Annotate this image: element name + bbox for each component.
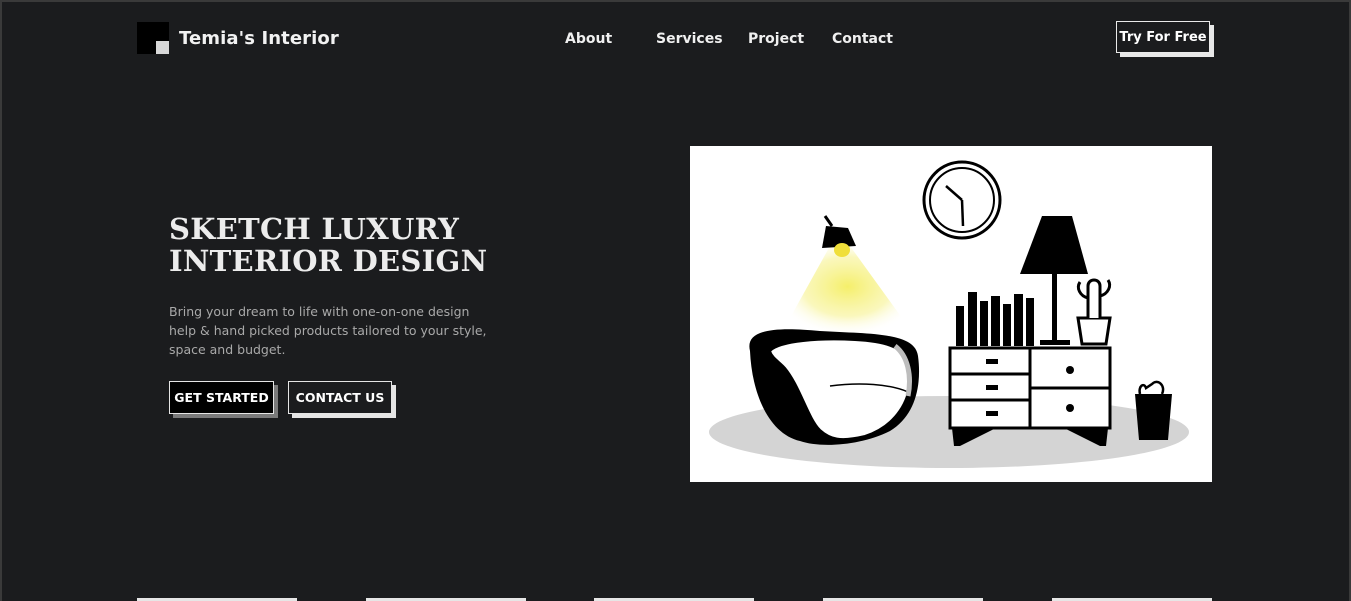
nav-services[interactable]: Services xyxy=(656,31,723,47)
nav-about[interactable]: About xyxy=(565,31,612,47)
brand-logo[interactable]: Temia's Interior xyxy=(137,22,339,54)
cactus-plant-icon xyxy=(1076,278,1112,346)
nav-contact[interactable]: Contact xyxy=(832,31,893,47)
clock-icon xyxy=(922,160,1002,240)
hero-subtitle: Bring your dream to life with one-on-one… xyxy=(169,304,487,357)
living-room-illustration xyxy=(709,160,1189,468)
window-left-border xyxy=(0,0,2,601)
nav-project[interactable]: Project xyxy=(748,31,804,47)
contact-us-button[interactable]: CONTACT US xyxy=(288,381,392,414)
trash-bin-icon xyxy=(1135,380,1172,440)
brand-name: Temia's Interior xyxy=(179,27,339,49)
hero-title-line-2: INTERIOR DESIGN xyxy=(169,244,488,278)
hero-illustration xyxy=(690,146,1212,482)
hero-title: SKETCH LUXURY INTERIOR DESIGN xyxy=(169,213,589,277)
window-top-border xyxy=(0,0,1351,2)
try-for-free-button[interactable]: Try For Free xyxy=(1116,21,1210,53)
hero-title-line-1: SKETCH LUXURY xyxy=(169,212,460,246)
lamp-light-beam xyxy=(780,246,915,336)
get-started-button[interactable]: GET STARTED xyxy=(169,381,274,414)
books-icon xyxy=(956,292,1034,346)
logo-icon xyxy=(137,22,169,54)
